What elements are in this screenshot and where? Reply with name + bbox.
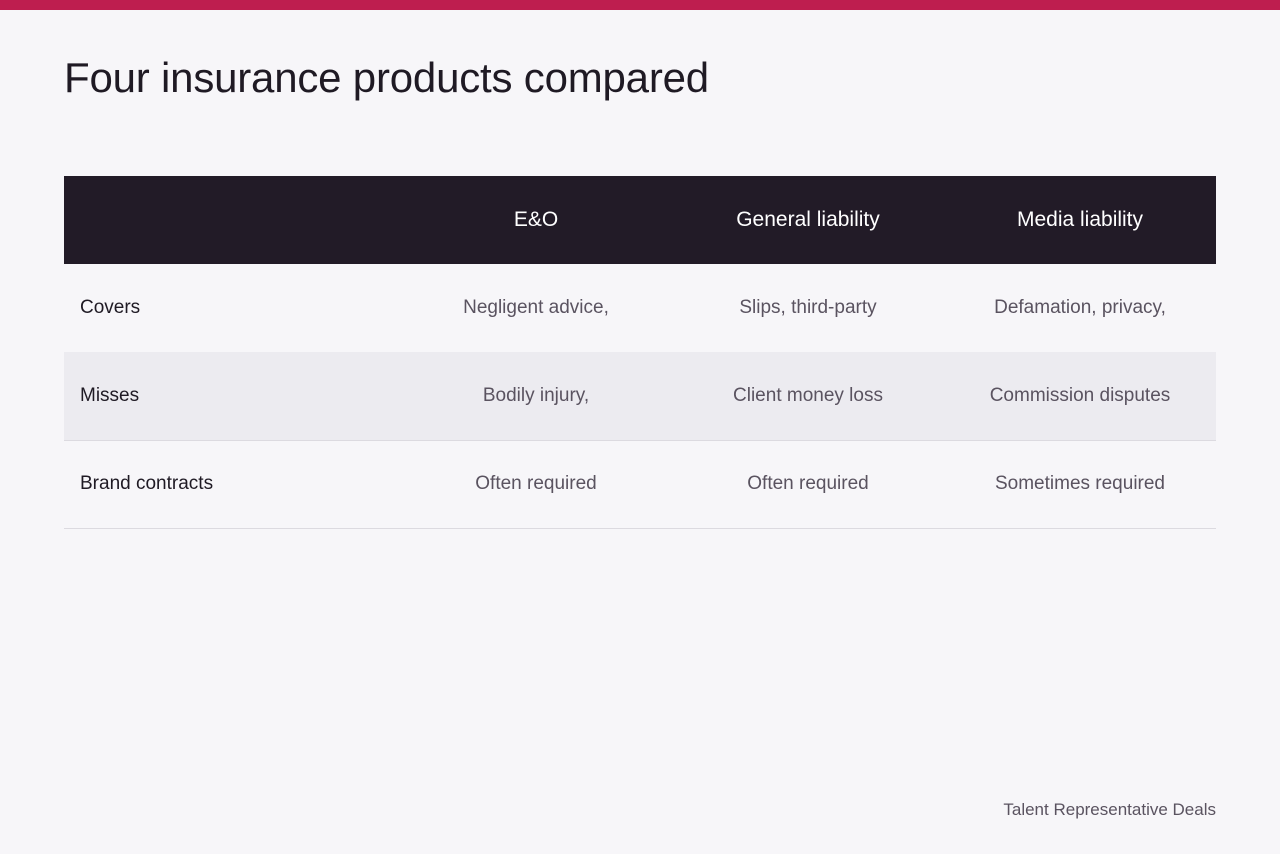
header-cell-general-liability: General liability [736, 208, 880, 231]
footer-brand: Talent Representative Deals [1003, 800, 1216, 819]
table-cell: Bodily injury, [482, 384, 590, 406]
row-label-brand-contracts: Brand contracts [80, 473, 214, 494]
page-title: Four insurance products compared [64, 54, 709, 101]
header-cell-eo: E&O [513, 208, 559, 231]
table-cell: Often required [747, 473, 869, 494]
row-label-misses: Misses [80, 384, 140, 406]
table-header-row: E&O General liability Media liability [64, 176, 1216, 264]
table-cell: Client money loss [733, 384, 883, 406]
table-cell: Sometimes required [994, 473, 1166, 494]
table-row: Misses Bodily injury, Client money loss … [64, 352, 1216, 440]
row-label-covers: Covers [80, 297, 141, 318]
table-cell: Often required [475, 473, 597, 494]
table-row: Covers Negligent advice, Slips, third-pa… [64, 264, 1216, 352]
table-cell: Commission disputes [989, 384, 1171, 406]
top-accent-bar [0, 0, 1280, 10]
table-cell: Defamation, privacy, [994, 297, 1166, 318]
header-cell-media-liability: Media liability [1016, 208, 1144, 231]
table-cell: Slips, third-party [739, 297, 877, 318]
table-row: Brand contracts Often required Often req… [64, 440, 1216, 528]
header-cell-empty [64, 176, 400, 264]
table-cell: Negligent advice, [463, 297, 609, 318]
comparison-table: E&O General liability Media liability Co… [64, 176, 1216, 529]
